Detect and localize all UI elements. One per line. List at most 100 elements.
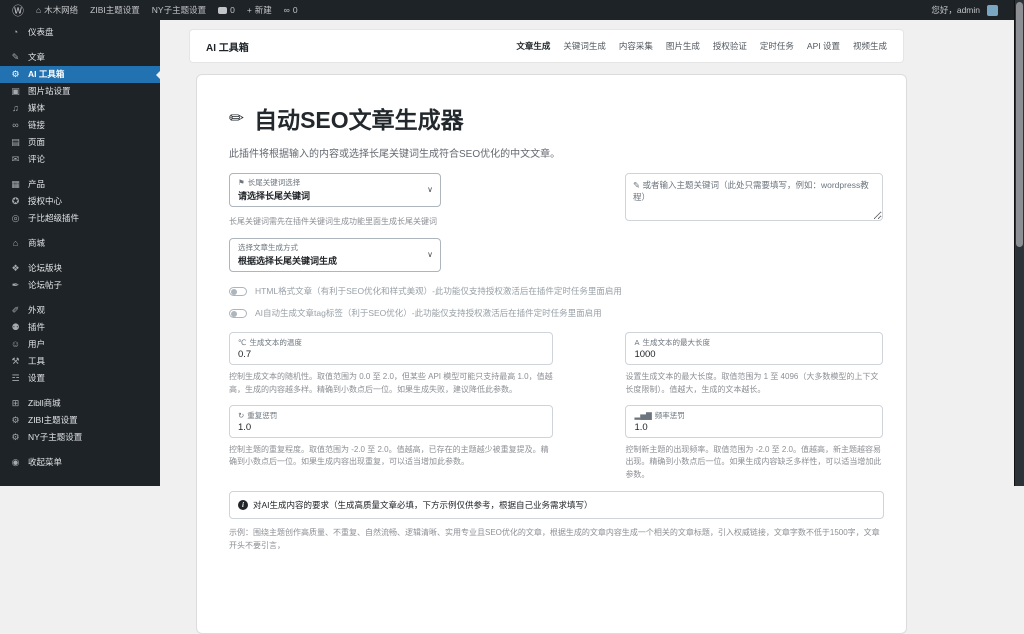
card-title: ✏ 自动SEO文章生成器 [229, 101, 883, 135]
account-menu[interactable]: 您好，admin [925, 4, 1004, 16]
sidebar-item-image-site-settings[interactable]: ▣图片站设置 [0, 83, 160, 100]
scrollbar-track[interactable] [1014, 0, 1024, 486]
field-value: 1.0 [238, 422, 544, 433]
auto-tag-toggle[interactable] [229, 309, 247, 318]
toggle-knob [231, 289, 237, 295]
longtail-keyword-select[interactable]: ⚑ 长尾关键词选择 请选择长尾关键词 ∨ [229, 173, 441, 207]
html-format-toggle[interactable] [229, 287, 247, 296]
comments-icon: ✉ [10, 155, 21, 164]
link-icon: ∞ [10, 121, 21, 130]
media-icon: ♫ [10, 104, 21, 113]
tab-image-generation[interactable]: 图片生成 [666, 40, 700, 52]
fields-row-1: ℃生成文本的温度0.7 控制生成文本的随机性。取值范围为 0.0 至 2.0，但某… [229, 332, 883, 397]
sidebar-item-label: 工具 [28, 357, 45, 366]
field-help: 控制生成文本的随机性。取值范围为 0.0 至 2.0，但某些 API 模型可能只… [229, 371, 553, 397]
chevron-down-icon: ∨ [427, 250, 433, 259]
tab-keyword-generation[interactable]: 关键词生成 [563, 40, 606, 52]
sidebar-item-store[interactable]: ⌂商城 [0, 235, 160, 252]
shield-icon: ✪ [10, 197, 21, 206]
fields-row-2: ↻重复惩罚1.0控制主题的重复程度。取值范围为 -2.0 至 2.0。值越高，已… [229, 405, 883, 482]
mode-row: 选择文章生成方式 根据选择长尾关键词生成 ∨ [229, 238, 883, 272]
wordpress-logo-icon[interactable]: Ⓦ [6, 2, 30, 19]
presence-penalty-input[interactable]: ↻重复惩罚1.0 [229, 405, 553, 438]
home-icon: ⌂ [36, 5, 41, 15]
sidebar-item-zibi-super-plugin[interactable]: ◎子比超级插件 [0, 210, 160, 227]
sidebar-item-appearance[interactable]: ✐外观 [0, 302, 160, 319]
topic-keyword-textarea[interactable] [625, 173, 883, 221]
sidebar-item-license-center[interactable]: ✪ 授权中心 [0, 193, 160, 210]
sidebar-item-label: 链接 [28, 121, 45, 130]
dashboard-icon: ◔ [10, 28, 21, 37]
collapse-icon: ◉ [10, 458, 21, 467]
bar-chart-icon: ▂▅▇ [634, 411, 651, 420]
card-subtitle: 此插件将根据输入的内容或选择长尾关键词生成符合SEO优化的中文文章。 [229, 145, 883, 160]
site-menu[interactable]: ⌂ 木木网络 [30, 4, 84, 16]
sidebar-item-pages[interactable]: ▤页面 [0, 134, 160, 151]
max-length-input[interactable]: A生成文本的最大长度1000 [625, 332, 883, 365]
sidebar-item-label: 图片站设置 [28, 87, 71, 96]
comment-bubble-icon [218, 7, 227, 14]
generation-mode-select[interactable]: 选择文章生成方式 根据选择长尾关键词生成 ∨ [229, 238, 441, 272]
sidebar-item-dashboard[interactable]: ◔仪表盘 [0, 24, 160, 41]
requirements-label: 对AI生成内容的要求（生成高质量文章必填，下方示例仅供参考，根据自己业务需求填写… [253, 499, 593, 511]
generator-card: ✏ 自动SEO文章生成器 此插件将根据输入的内容或选择长尾关键词生成符合SEO优… [196, 74, 907, 634]
comments-indicator[interactable]: 0 [212, 5, 241, 15]
thermometer-icon: ℃ [238, 338, 246, 347]
max-length-field: A生成文本的最大长度1000 设置生成文本的最大长度。取值范围为 1 至 4096… [625, 332, 883, 397]
ny-child-theme-settings-link[interactable]: NY子主题设置 [146, 4, 212, 16]
sidebar-item-settings[interactable]: ☲设置 [0, 370, 160, 387]
field-value: 1000 [634, 349, 874, 360]
field-value: 1.0 [634, 422, 874, 433]
field-value: 0.7 [238, 349, 544, 360]
sidebar-item-collapse-menu[interactable]: ◉收起菜单 [0, 454, 160, 471]
tab-scheduled-tasks[interactable]: 定时任务 [760, 40, 794, 52]
tab-video-generation[interactable]: 视频生成 [853, 40, 887, 52]
sidebar-item-posts[interactable]: ✎文章 [0, 49, 160, 66]
repeat-icon: ↻ [238, 411, 244, 420]
select-label: 选择文章生成方式 [238, 242, 298, 253]
select-value: 根据选择长尾关键词生成 [238, 254, 422, 267]
mode-select-column: 选择文章生成方式 根据选择长尾关键词生成 ∨ [229, 238, 554, 272]
scrollbar-thumb[interactable] [1016, 2, 1023, 247]
sidebar-item-zibi-theme-settings[interactable]: ⚙ZIBI主题设置 [0, 412, 160, 429]
link-counter[interactable]: ∞ 0 [278, 5, 304, 15]
tab-license-verification[interactable]: 授权验证 [713, 40, 747, 52]
html-format-toggle-row: HTML格式文章（有利于SEO优化和样式美观）-此功能仅支持授权激活后在插件定时… [229, 285, 883, 297]
frequency-penalty-input[interactable]: ▂▅▇ 频率惩罚1.0 [625, 405, 883, 438]
sidebar-item-plugins[interactable]: ⚉插件 [0, 319, 160, 336]
cart-icon: ⊞ [10, 399, 21, 408]
select-label: 长尾关键词选择 [248, 177, 301, 188]
tab-content-collection[interactable]: 内容采集 [619, 40, 653, 52]
sidebar-item-products[interactable]: ▦产品 [0, 176, 160, 193]
sidebar-item-label: 授权中心 [28, 197, 62, 206]
field-help: 设置生成文本的最大长度。取值范围为 1 至 4096（大多数模型的上下文长度限制… [625, 371, 883, 397]
sidebar-item-ai-toolbox[interactable]: ⚙AI 工具箱 [0, 66, 160, 83]
sidebar-item-forum-posts[interactable]: ✒论坛帖子 [0, 277, 160, 294]
admin-bar: Ⓦ ⌂ 木木网络 ZIBI主题设置 NY子主题设置 0 + 新建 ∞ 0 您好，… [0, 0, 1014, 20]
sidebar-item-users[interactable]: ☺用户 [0, 336, 160, 353]
sidebar-item-links[interactable]: ∞ 链接 [0, 117, 160, 134]
keyword-select-help: 长尾关键词需先在插件关键词生成功能里面生成长尾关键词 [229, 216, 553, 227]
sidebar-item-comments[interactable]: ✉ 评论 [0, 151, 160, 168]
select-value: 请选择长尾关键词 [238, 189, 422, 202]
greeting-text: 您好，admin [931, 4, 980, 16]
sidebar-item-tools[interactable]: ⚒工具 [0, 353, 160, 370]
card-title-text: 自动SEO文章生成器 [254, 101, 464, 135]
tab-api-settings[interactable]: API 设置 [807, 40, 840, 52]
tab-article-generation[interactable]: 文章生成 [516, 40, 550, 52]
comment-count: 0 [230, 5, 235, 15]
zibi-theme-settings-link[interactable]: ZIBI主题设置 [84, 4, 146, 16]
sidebar-item-zibll-store[interactable]: ⊞Zibll商城 [0, 395, 160, 412]
new-content-menu[interactable]: + 新建 [241, 4, 278, 16]
sidebar-item-label: 评论 [28, 155, 45, 164]
sidebar-item-forum-sections[interactable]: ❖论坛版块 [0, 260, 160, 277]
sidebar-item-media[interactable]: ♫媒体 [0, 100, 160, 117]
temperature-input[interactable]: ℃生成文本的温度0.7 [229, 332, 553, 365]
sidebar-item-label: 插件 [28, 323, 45, 332]
sidebar-item-label: NY子主题设置 [28, 433, 82, 442]
keyword-select-column: ⚑ 长尾关键词选择 请选择长尾关键词 ∨ 长尾关键词需先在插件关键词生成功能里面… [229, 173, 553, 227]
ai-requirements-input[interactable]: i 对AI生成内容的要求（生成高质量文章必填，下方示例仅供参考，根据自己业务需求… [229, 491, 884, 519]
sidebar-item-ny-child-theme-settings[interactable]: ⚙NY子主题设置 [0, 429, 160, 446]
avatar [987, 5, 998, 16]
field-label: 频率惩罚 [655, 410, 685, 421]
